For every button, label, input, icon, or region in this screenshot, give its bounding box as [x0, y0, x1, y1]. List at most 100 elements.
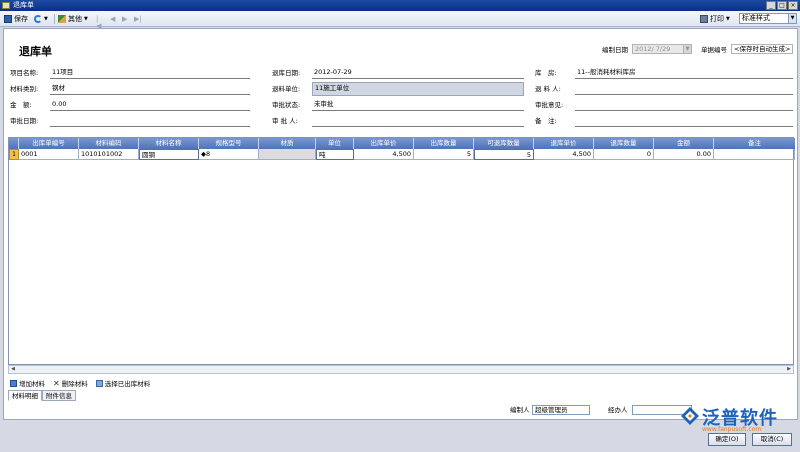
warehouse-field[interactable]: 11--般消耗材料库房	[575, 67, 793, 79]
col-header[interactable]: 材料名称	[139, 138, 199, 149]
col-header[interactable]: 可退库数量	[474, 138, 534, 149]
tab-bar: 材料明细 附件信息	[8, 390, 76, 401]
category-field[interactable]: 钢材	[50, 83, 250, 95]
row-header-corner	[9, 138, 19, 149]
undo-icon	[34, 15, 42, 23]
undo-button[interactable]: ▼	[34, 14, 48, 24]
col-header[interactable]: 材质	[259, 138, 316, 149]
next-icon: ▶	[122, 14, 128, 23]
template-value: 标准样式	[742, 14, 770, 22]
col-header[interactable]: 出库单编号	[19, 138, 79, 149]
other-icon	[58, 15, 66, 23]
logo-url: www.fanpusoft.com	[702, 426, 762, 433]
app-icon	[2, 2, 10, 9]
next-record-button[interactable]: ▶	[122, 14, 129, 24]
scroll-right-icon[interactable]: ▶	[785, 366, 793, 373]
cancel-button[interactable]: 取消(C)	[752, 433, 792, 446]
logo-icon	[681, 407, 699, 425]
form-panel: 退库单 编制日期 2012/ 7/29 ▼ 单据编号 <保存时自动生成> 项目名…	[3, 28, 798, 420]
date-value: 2012/ 7/29	[635, 45, 671, 53]
col-header[interactable]: 备注	[714, 138, 795, 149]
horizontal-scrollbar[interactable]: ◀ ▶	[8, 365, 794, 374]
save-icon	[4, 15, 12, 23]
last-icon: ▶|	[134, 14, 142, 23]
last-record-button[interactable]: ▶|	[134, 14, 142, 24]
pick-issued-material-button[interactable]: 选择已出库材料	[95, 378, 150, 388]
cell-unit[interactable]: 吨	[316, 149, 354, 160]
tab-material-details[interactable]: 材料明细	[8, 390, 42, 401]
close-button[interactable]: ×	[788, 1, 798, 10]
cell-amount[interactable]: 0.00	[654, 149, 714, 160]
category-label: 材料类别:	[10, 85, 39, 93]
brand-logo: 泛普软件 www.fanpusoft.com	[680, 404, 795, 434]
approver-field	[312, 115, 524, 127]
table-row[interactable]: 0001 1010101002 圆钢 ◆8 吨 4,500 5 5 4,500 …	[9, 149, 795, 160]
doc-no-label: 单据编号	[701, 46, 727, 54]
prev-record-button[interactable]: ◀	[110, 14, 117, 24]
save-button[interactable]: 保存	[4, 14, 28, 24]
cell-spec[interactable]: ◆8	[199, 149, 259, 160]
save-label: 保存	[14, 15, 28, 23]
approval-status-label: 审批状态:	[272, 101, 301, 109]
scroll-left-icon[interactable]: ◀	[9, 366, 17, 373]
approval-opinion-field[interactable]	[575, 99, 793, 111]
col-header[interactable]: 单位	[316, 138, 354, 149]
cell-returnable-qty[interactable]: 5	[474, 149, 534, 160]
cell-out-qty[interactable]: 5	[414, 149, 474, 160]
col-header[interactable]: 材料编码	[79, 138, 139, 149]
approver-label: 审 批 人:	[272, 117, 298, 125]
print-label: 打印	[710, 15, 724, 23]
date-label: 编制日期	[602, 46, 628, 54]
materials-table: 出库单编号 材料编码 材料名称 规格型号 材质 单位 出库单价 出库数量 可退库…	[8, 137, 795, 365]
col-header[interactable]: 出库单价	[354, 138, 414, 149]
col-header[interactable]: 退库单价	[534, 138, 594, 149]
amount-field: 0.00	[50, 99, 250, 111]
return-unit-field[interactable]: 11施工单位	[312, 82, 524, 96]
cell-texture[interactable]	[259, 149, 316, 160]
delete-material-button[interactable]: ✕ 删除材料	[53, 378, 88, 388]
other-menu-button[interactable]: 其他 ▼	[58, 14, 88, 24]
preparer-field[interactable]: 超级管理员	[532, 405, 590, 415]
print-button[interactable]: 打印 ▼	[700, 14, 730, 24]
returner-field[interactable]	[575, 83, 793, 95]
minimize-button[interactable]: _	[766, 1, 776, 10]
col-header[interactable]: 金额	[654, 138, 714, 149]
approval-date-field	[50, 115, 250, 127]
tab-attachments[interactable]: 附件信息	[42, 390, 76, 401]
date-picker[interactable]: 2012/ 7/29 ▼	[632, 44, 692, 54]
remark-label: 备 注:	[535, 117, 557, 125]
template-select[interactable]: 标准样式 ▼	[739, 13, 797, 24]
maximize-button[interactable]: □	[777, 1, 787, 10]
doc-no-field[interactable]: <保存时自动生成>	[731, 44, 793, 54]
col-header[interactable]: 出库数量	[414, 138, 474, 149]
chevron-down-icon: ▼	[726, 16, 730, 22]
col-header[interactable]: 规格型号	[199, 138, 259, 149]
delete-material-label: 删除材料	[61, 380, 88, 388]
preparer-label: 编制人	[510, 406, 530, 414]
handler-label: 经办人	[608, 406, 628, 414]
window-title: 退库单	[13, 1, 34, 9]
cell-return-qty[interactable]: 0	[594, 149, 654, 160]
cell-code[interactable]: 1010101002	[79, 149, 139, 160]
page-title: 退库单	[19, 45, 52, 58]
prev-icon: ◀	[110, 14, 116, 23]
amount-label: 金 额:	[10, 101, 32, 109]
chevron-down-icon: ▼	[44, 16, 48, 22]
printer-icon	[700, 15, 708, 23]
chevron-down-icon: ▼	[683, 45, 691, 53]
grid-toolbar: 增加材料 ✕ 删除材料 选择已出库材料	[8, 377, 794, 389]
col-header[interactable]: 退库数量	[594, 138, 654, 149]
remark-field[interactable]	[575, 115, 793, 127]
add-material-button[interactable]: 增加材料	[10, 378, 45, 388]
project-field[interactable]: 11项目	[50, 67, 250, 79]
ok-button[interactable]: 确定(O)	[708, 433, 746, 446]
cell-remark[interactable]	[714, 149, 795, 160]
cell-return-price[interactable]: 4,500	[534, 149, 594, 160]
cell-out-price[interactable]: 4,500	[354, 149, 414, 160]
cell-out-no[interactable]: 0001	[19, 149, 79, 160]
other-label: 其他	[68, 15, 82, 23]
cell-name[interactable]: 圆钢	[139, 149, 199, 160]
return-date-field[interactable]: 2012-07-29	[312, 67, 524, 79]
first-record-button[interactable]: |◀	[96, 14, 103, 29]
approval-status-field: 未审批	[312, 99, 524, 111]
